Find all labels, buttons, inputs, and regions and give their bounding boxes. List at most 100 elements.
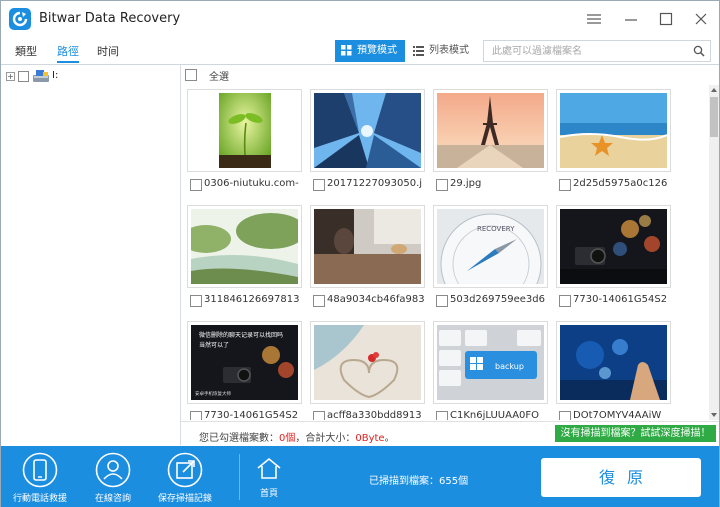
search-box (483, 40, 711, 62)
file-name: 311846126697813 (204, 294, 300, 305)
selected-prefix: 您已勾選檔案數： (199, 433, 279, 444)
preview-mode-button[interactable]: 預覽模式 (335, 40, 405, 62)
file-card[interactable]: 0306-niutuku.com- (187, 89, 304, 202)
select-all-label: 全選 (209, 72, 229, 83)
app-logo-icon (9, 8, 31, 30)
restore-button[interactable]: 復原 (541, 458, 701, 497)
online-consult-button[interactable]: 在線咨詢 (78, 452, 148, 504)
file-name: acff8a330bdd8913 (327, 410, 422, 420)
file-card[interactable]: 20171227093050.j (310, 89, 427, 202)
compass-recovery-image: RECOVERY (437, 209, 544, 284)
tree-checkbox[interactable] (18, 71, 29, 82)
file-checkbox[interactable] (559, 411, 571, 420)
file-card[interactable]: backup C1Kn6jLUUAA0FO (433, 321, 550, 420)
file-thumbnail[interactable]: 微信删除的聊天记录可以找回吗 当然可以了 安卓手机恢复大师 (187, 321, 302, 404)
online-consult-label: 在線咨詢 (94, 494, 131, 504)
file-checkbox[interactable] (190, 179, 202, 191)
file-checkbox[interactable] (190, 295, 202, 307)
tab-path[interactable]: 路徑 (57, 43, 79, 63)
file-card[interactable]: acff8a330bdd8913 (310, 321, 427, 420)
selection-summary: 您已勾選檔案數：0個，合計大小：0Byte。 (199, 429, 395, 444)
select-all-checkbox[interactable] (185, 69, 197, 81)
ad-line-3: 安卓手机恢复大师 (195, 390, 231, 397)
file-thumbnail[interactable] (556, 89, 671, 172)
file-checkbox[interactable] (313, 179, 325, 191)
file-card[interactable]: RECOVERY 503d269759ee3d6 (433, 205, 550, 318)
file-thumbnail[interactable] (310, 205, 425, 288)
preview-mode-label: 預覽模式 (357, 45, 397, 56)
file-thumbnail[interactable] (310, 89, 425, 172)
search-icon[interactable] (693, 45, 705, 57)
phone-icon (22, 452, 58, 488)
file-card[interactable]: DOt7OMYV4AAiW (556, 321, 673, 420)
mobile-recovery-label: 行動電話救援 (12, 494, 67, 504)
list-view-icon (413, 46, 424, 56)
file-thumbnail[interactable]: backup (433, 321, 548, 404)
file-checkbox[interactable] (559, 179, 571, 191)
grid-scrollbar[interactable] (709, 85, 719, 420)
toolbar: 類型 路徑 时间 預覽模式 列表模式 (1, 37, 719, 65)
maximize-icon[interactable] (656, 9, 676, 29)
file-thumbnail[interactable]: RECOVERY (433, 205, 548, 288)
home-button[interactable]: 首頁 (249, 456, 289, 499)
bottom-bar: 行動電話救援 在線咨詢 保存掃描記錄 首頁 已掃描到檔案：655個 復原 (1, 446, 719, 507)
home-icon (257, 457, 281, 479)
tab-time[interactable]: 时间 (97, 43, 119, 63)
deep-scan-button[interactable]: 沒有掃描到檔案？試試深度掃描！ (555, 425, 716, 442)
file-card[interactable]: 311846126697813 (187, 205, 304, 318)
file-name: 2d25d5975a0c126 (573, 178, 668, 189)
size-suffix: 。 (384, 433, 395, 444)
file-thumbnail[interactable] (556, 205, 671, 288)
file-checkbox[interactable] (436, 295, 448, 307)
touch-screen-image (560, 325, 667, 400)
file-checkbox[interactable] (559, 295, 571, 307)
file-name: 29.jpg (450, 178, 482, 189)
file-thumbnail[interactable] (310, 321, 425, 404)
app-title: Bitwar Data Recovery (39, 11, 181, 26)
list-mode-button[interactable]: 列表模式 (407, 40, 477, 62)
save-scan-button[interactable]: 保存掃描記錄 (150, 452, 220, 504)
file-checkbox[interactable] (436, 411, 448, 420)
file-name: C1Kn6jLUUAA0FO (450, 410, 540, 420)
file-thumbnail[interactable] (556, 321, 671, 404)
mobile-recovery-button[interactable]: 行動電話救援 (5, 452, 75, 504)
file-checkbox[interactable] (436, 179, 448, 191)
camera-bokeh-image (560, 209, 667, 284)
size-prefix: ，合計大小： (295, 433, 356, 444)
eiffel-tower-image (437, 93, 544, 168)
scroll-up-icon[interactable] (709, 85, 719, 95)
backup-label: backup (495, 362, 524, 371)
file-thumbnail[interactable] (187, 89, 302, 172)
starfish-beach-image (560, 93, 667, 168)
file-card[interactable]: 48a9034cb46fa983 (310, 205, 427, 318)
keyboard-backup-image: backup (437, 325, 544, 400)
close-icon[interactable] (691, 9, 711, 29)
file-card[interactable]: 2d25d5975a0c126 (556, 89, 673, 202)
selection-status-bar: 您已勾選檔案數：0個，合計大小：0Byte。 沒有掃描到檔案？試試深度掃描！ (181, 421, 719, 446)
scroll-down-icon[interactable] (709, 410, 719, 420)
ad-line-1: 微信删除的聊天记录可以找回吗 (199, 331, 283, 339)
file-thumbnail[interactable] (433, 89, 548, 172)
tab-type[interactable]: 類型 (15, 43, 37, 63)
minimize-icon[interactable] (621, 9, 641, 29)
file-name: DOt7OMYV4AAiW (573, 410, 662, 420)
file-card[interactable]: 29.jpg (433, 89, 550, 202)
search-input[interactable] (484, 41, 684, 61)
folder-tree: + I: (1, 65, 181, 445)
file-card[interactable]: 7730-14061G54S2 (556, 205, 673, 318)
file-checkbox[interactable] (313, 411, 325, 420)
scroll-thumb[interactable] (710, 97, 718, 137)
expand-icon[interactable]: + (6, 72, 15, 81)
file-name: 48a9034cb46fa983 (327, 294, 425, 305)
drive-icon (33, 70, 49, 82)
file-checkbox[interactable] (313, 295, 325, 307)
file-name: 0306-niutuku.com- (204, 178, 299, 189)
export-icon (167, 452, 203, 488)
list-mode-label: 列表模式 (429, 45, 469, 56)
file-card[interactable]: 微信删除的聊天记录可以找回吗 当然可以了 安卓手机恢复大师 7730-14061… (187, 321, 304, 420)
menu-icon[interactable] (584, 9, 604, 29)
file-thumbnail[interactable] (187, 205, 302, 288)
skyscrapers-image (314, 93, 421, 168)
drive-label: I: (52, 70, 59, 81)
file-checkbox[interactable] (190, 411, 202, 420)
